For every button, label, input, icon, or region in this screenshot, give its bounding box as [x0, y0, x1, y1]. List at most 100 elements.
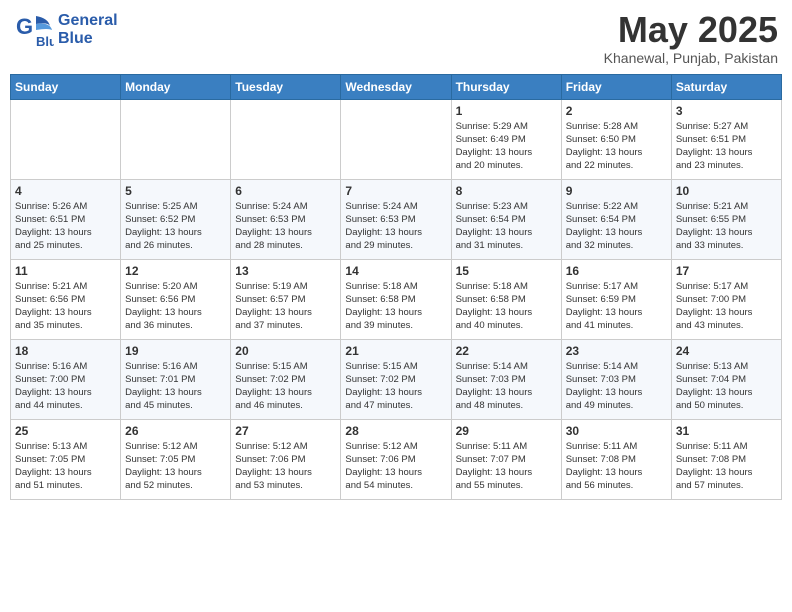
day-number-20: 20 [235, 344, 336, 358]
svg-text:G: G [16, 14, 33, 39]
day-info-28: Sunrise: 5:12 AMSunset: 7:06 PMDaylight:… [345, 440, 446, 493]
day-info-30: Sunrise: 5:11 AMSunset: 7:08 PMDaylight:… [566, 440, 667, 493]
day-number-17: 17 [676, 264, 777, 278]
calendar-body: 1 Sunrise: 5:29 AMSunset: 6:49 PMDaylight… [11, 99, 782, 499]
week-row-2: 4 Sunrise: 5:26 AMSunset: 6:51 PMDaylight… [11, 179, 782, 259]
day-info-3: Sunrise: 5:27 AMSunset: 6:51 PMDaylight:… [676, 120, 777, 173]
day-cell-1-2: 6 Sunrise: 5:24 AMSunset: 6:53 PMDaylight… [231, 179, 341, 259]
location-subtitle: Khanewal, Punjab, Pakistan [604, 50, 778, 66]
day-number-23: 23 [566, 344, 667, 358]
day-cell-3-6: 24Sunrise: 5:13 AMSunset: 7:04 PMDayligh… [671, 339, 781, 419]
day-info-4: Sunrise: 5:26 AMSunset: 6:51 PMDaylight:… [15, 200, 116, 253]
day-cell-1-4: 8 Sunrise: 5:23 AMSunset: 6:54 PMDaylight… [451, 179, 561, 259]
day-number-26: 26 [125, 424, 226, 438]
day-number-5: 5 [125, 184, 226, 198]
day-cell-4-4: 29Sunrise: 5:11 AMSunset: 7:07 PMDayligh… [451, 419, 561, 499]
day-cell-3-2: 20 Sunrise: 5:15 AMSunset: 7:02 PMDayligh… [231, 339, 341, 419]
day-cell-2-1: 12Sunrise: 5:20 AMSunset: 6:56 PMDayligh… [121, 259, 231, 339]
logo-icon: G Blue [14, 10, 54, 50]
logo-text-blue: Blue [58, 30, 118, 48]
day-number-25: 25 [15, 424, 116, 438]
day-number-8: 8 [456, 184, 557, 198]
day-cell-4-1: 26 Sunrise: 5:12 AMSunset: 7:05 PMDayligh… [121, 419, 231, 499]
day-info-15: Sunrise: 5:18 AMSunset: 6:58 PMDaylight:… [456, 280, 557, 333]
day-cell-2-5: 16 Sunrise: 5:17 AMSunset: 6:59 PMDayligh… [561, 259, 671, 339]
day-info-18: Sunrise: 5:16 AMSunset: 7:00 PMDaylight:… [15, 360, 116, 413]
day-info-17: Sunrise: 5:17 AMSunset: 7:00 PMDaylight:… [676, 280, 777, 333]
col-tuesday: Tuesday [231, 74, 341, 99]
day-info-22: Sunrise: 5:14 AMSunset: 7:03 PMDaylight:… [456, 360, 557, 413]
day-number-6: 6 [235, 184, 336, 198]
logo-text-general: General [58, 12, 118, 30]
day-number-29: 29 [456, 424, 557, 438]
day-cell-4-5: 30Sunrise: 5:11 AMSunset: 7:08 PMDayligh… [561, 419, 671, 499]
header-row: Sunday Monday Tuesday Wednesday Thursday… [11, 74, 782, 99]
col-friday: Friday [561, 74, 671, 99]
day-cell-1-1: 5 Sunrise: 5:25 AMSunset: 6:52 PMDaylight… [121, 179, 231, 259]
day-number-18: 18 [15, 344, 116, 358]
page-header: G Blue General Blue May 2025 Khanewal, P… [10, 10, 782, 66]
day-number-11: 11 [15, 264, 116, 278]
day-info-11: Sunrise: 5:21 AMSunset: 6:56 PMDaylight:… [15, 280, 116, 333]
day-number-19: 19 [125, 344, 226, 358]
col-saturday: Saturday [671, 74, 781, 99]
week-row-4: 18 Sunrise: 5:16 AMSunset: 7:00 PMDayligh… [11, 339, 782, 419]
day-cell-1-3: 7 Sunrise: 5:24 AMSunset: 6:53 PMDaylight… [341, 179, 451, 259]
day-number-24: 24 [676, 344, 777, 358]
day-number-15: 15 [456, 264, 557, 278]
day-cell-2-4: 15 Sunrise: 5:18 AMSunset: 6:58 PMDayligh… [451, 259, 561, 339]
day-cell-4-6: 31Sunrise: 5:11 AMSunset: 7:08 PMDayligh… [671, 419, 781, 499]
col-monday: Monday [121, 74, 231, 99]
day-number-1: 1 [456, 104, 557, 118]
day-number-21: 21 [345, 344, 446, 358]
day-info-14: Sunrise: 5:18 AMSunset: 6:58 PMDaylight:… [345, 280, 446, 333]
day-cell-3-3: 21Sunrise: 5:15 AMSunset: 7:02 PMDayligh… [341, 339, 451, 419]
day-cell-0-4: 1 Sunrise: 5:29 AMSunset: 6:49 PMDaylight… [451, 99, 561, 179]
day-info-9: Sunrise: 5:22 AMSunset: 6:54 PMDaylight:… [566, 200, 667, 253]
day-info-8: Sunrise: 5:23 AMSunset: 6:54 PMDaylight:… [456, 200, 557, 253]
day-info-16: Sunrise: 5:17 AMSunset: 6:59 PMDaylight:… [566, 280, 667, 333]
calendar-header: Sunday Monday Tuesday Wednesday Thursday… [11, 74, 782, 99]
day-cell-3-4: 22 Sunrise: 5:14 AMSunset: 7:03 PMDayligh… [451, 339, 561, 419]
day-info-19: Sunrise: 5:16 AMSunset: 7:01 PMDaylight:… [125, 360, 226, 413]
day-cell-2-2: 13 Sunrise: 5:19 AMSunset: 6:57 PMDayligh… [231, 259, 341, 339]
day-number-13: 13 [235, 264, 336, 278]
day-cell-3-0: 18 Sunrise: 5:16 AMSunset: 7:00 PMDayligh… [11, 339, 121, 419]
day-cell-4-0: 25 Sunrise: 5:13 AMSunset: 7:05 PMDayligh… [11, 419, 121, 499]
day-number-22: 22 [456, 344, 557, 358]
day-cell-4-2: 27Sunrise: 5:12 AMSunset: 7:06 PMDayligh… [231, 419, 341, 499]
day-cell-0-3 [341, 99, 451, 179]
day-info-1: Sunrise: 5:29 AMSunset: 6:49 PMDaylight:… [456, 120, 557, 173]
day-cell-0-1 [121, 99, 231, 179]
day-info-20: Sunrise: 5:15 AMSunset: 7:02 PMDaylight:… [235, 360, 336, 413]
title-block: May 2025 Khanewal, Punjab, Pakistan [604, 10, 778, 66]
day-info-13: Sunrise: 5:19 AMSunset: 6:57 PMDaylight:… [235, 280, 336, 333]
day-info-6: Sunrise: 5:24 AMSunset: 6:53 PMDaylight:… [235, 200, 336, 253]
day-cell-3-1: 19 Sunrise: 5:16 AMSunset: 7:01 PMDayligh… [121, 339, 231, 419]
day-info-5: Sunrise: 5:25 AMSunset: 6:52 PMDaylight:… [125, 200, 226, 253]
day-cell-2-3: 14 Sunrise: 5:18 AMSunset: 6:58 PMDayligh… [341, 259, 451, 339]
day-cell-1-0: 4 Sunrise: 5:26 AMSunset: 6:51 PMDaylight… [11, 179, 121, 259]
day-cell-4-3: 28Sunrise: 5:12 AMSunset: 7:06 PMDayligh… [341, 419, 451, 499]
day-info-12: Sunrise: 5:20 AMSunset: 6:56 PMDaylight:… [125, 280, 226, 333]
day-number-16: 16 [566, 264, 667, 278]
col-thursday: Thursday [451, 74, 561, 99]
day-info-26: Sunrise: 5:12 AMSunset: 7:05 PMDaylight:… [125, 440, 226, 493]
calendar-table: Sunday Monday Tuesday Wednesday Thursday… [10, 74, 782, 500]
day-cell-0-2 [231, 99, 341, 179]
day-number-7: 7 [345, 184, 446, 198]
day-info-7: Sunrise: 5:24 AMSunset: 6:53 PMDaylight:… [345, 200, 446, 253]
day-info-2: Sunrise: 5:28 AMSunset: 6:50 PMDaylight:… [566, 120, 667, 173]
day-number-14: 14 [345, 264, 446, 278]
day-number-27: 27 [235, 424, 336, 438]
day-cell-1-5: 9Sunrise: 5:22 AMSunset: 6:54 PMDaylight… [561, 179, 671, 259]
day-info-23: Sunrise: 5:14 AMSunset: 7:03 PMDaylight:… [566, 360, 667, 413]
day-number-10: 10 [676, 184, 777, 198]
day-number-4: 4 [15, 184, 116, 198]
day-cell-3-5: 23 Sunrise: 5:14 AMSunset: 7:03 PMDayligh… [561, 339, 671, 419]
day-cell-0-5: 2Sunrise: 5:28 AMSunset: 6:50 PMDaylight… [561, 99, 671, 179]
day-info-31: Sunrise: 5:11 AMSunset: 7:08 PMDaylight:… [676, 440, 777, 493]
day-cell-1-6: 10Sunrise: 5:21 AMSunset: 6:55 PMDayligh… [671, 179, 781, 259]
day-info-25: Sunrise: 5:13 AMSunset: 7:05 PMDaylight:… [15, 440, 116, 493]
day-cell-0-6: 3Sunrise: 5:27 AMSunset: 6:51 PMDaylight… [671, 99, 781, 179]
